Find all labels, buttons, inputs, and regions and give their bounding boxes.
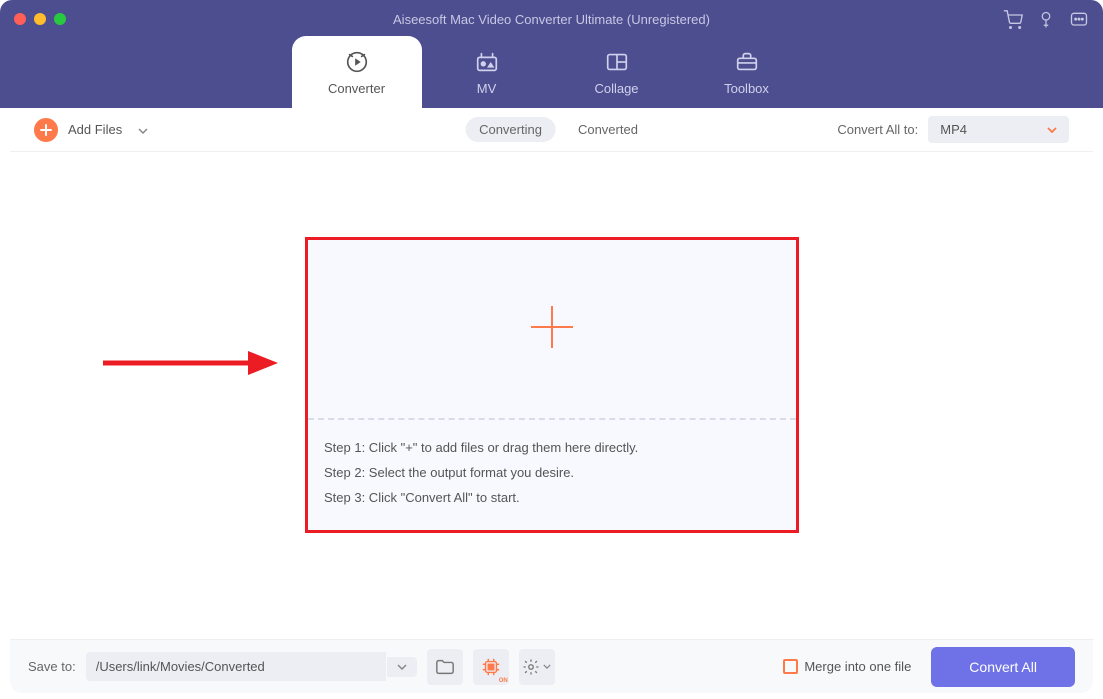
- folder-icon: [435, 658, 455, 676]
- key-icon[interactable]: [1037, 11, 1055, 34]
- convert-all-button[interactable]: Convert All: [931, 647, 1075, 687]
- app-header: Aiseesoft Mac Video Converter Ultimate (…: [0, 0, 1103, 108]
- converting-tab[interactable]: Converting: [465, 117, 556, 142]
- chevron-down-icon: [397, 664, 407, 670]
- window-title: Aiseesoft Mac Video Converter Ultimate (…: [0, 12, 1103, 27]
- merge-label: Merge into one file: [804, 659, 911, 674]
- tab-collage[interactable]: Collage: [552, 36, 682, 108]
- annotation-arrow-icon: [98, 348, 278, 383]
- add-files-button[interactable]: Add Files: [34, 118, 148, 142]
- tab-toolbox[interactable]: Toolbox: [682, 36, 812, 108]
- step-1: Step 1: Click "+" to add files or drag t…: [324, 440, 780, 455]
- add-plus-icon[interactable]: [527, 302, 577, 357]
- tab-label: Collage: [594, 81, 638, 96]
- header-icons: [1003, 10, 1089, 35]
- convert-to-group: Convert All to: MP4: [837, 116, 1069, 143]
- merge-checkbox[interactable]: Merge into one file: [783, 659, 911, 674]
- format-select[interactable]: MP4: [928, 116, 1069, 143]
- chevron-down-icon: [1047, 127, 1057, 133]
- toolbox-icon: [734, 49, 760, 75]
- open-folder-button[interactable]: [427, 649, 463, 685]
- tab-label: MV: [477, 81, 497, 96]
- save-to-label: Save to:: [28, 659, 76, 674]
- chevron-down-icon[interactable]: [138, 121, 148, 139]
- status-tabs: Converting Converted: [465, 117, 638, 142]
- instruction-steps: Step 1: Click "+" to add files or drag t…: [324, 440, 780, 505]
- tab-label: Toolbox: [724, 81, 769, 96]
- save-path-input[interactable]: [86, 652, 386, 681]
- add-files-label: Add Files: [68, 122, 122, 137]
- convert-to-label: Convert All to:: [837, 122, 918, 137]
- gear-icon: [522, 658, 540, 676]
- tab-label: Converter: [328, 81, 385, 96]
- on-badge: ON: [499, 678, 508, 684]
- checkbox-icon: [783, 659, 798, 674]
- chevron-down-icon: [543, 664, 551, 669]
- cart-icon[interactable]: [1003, 10, 1023, 35]
- chip-icon: [481, 657, 501, 677]
- sub-toolbar: Add Files Converting Converted Convert A…: [10, 108, 1093, 152]
- converted-tab[interactable]: Converted: [578, 122, 638, 137]
- divider: [308, 418, 796, 420]
- tab-converter[interactable]: Converter: [292, 36, 422, 108]
- step-2: Step 2: Select the output format you des…: [324, 465, 780, 480]
- footer-bar: Save to: ON Merge into one file Convert …: [10, 639, 1093, 693]
- gpu-accel-button[interactable]: ON: [473, 649, 509, 685]
- feedback-icon[interactable]: [1069, 10, 1089, 35]
- save-path-dropdown[interactable]: [387, 657, 417, 677]
- mv-icon: [474, 49, 500, 75]
- save-path-group: [86, 652, 417, 681]
- tab-mv[interactable]: MV: [422, 36, 552, 108]
- collage-icon: [604, 49, 630, 75]
- main-tabs: Converter MV Collage Toolbox: [0, 36, 1103, 108]
- main-content: Step 1: Click "+" to add files or drag t…: [10, 152, 1093, 629]
- drop-zone[interactable]: Step 1: Click "+" to add files or drag t…: [305, 237, 799, 533]
- format-selected-value: MP4: [940, 122, 967, 137]
- converter-icon: [344, 49, 370, 75]
- plus-icon: [34, 118, 58, 142]
- settings-button[interactable]: [519, 649, 555, 685]
- step-3: Step 3: Click "Convert All" to start.: [324, 490, 780, 505]
